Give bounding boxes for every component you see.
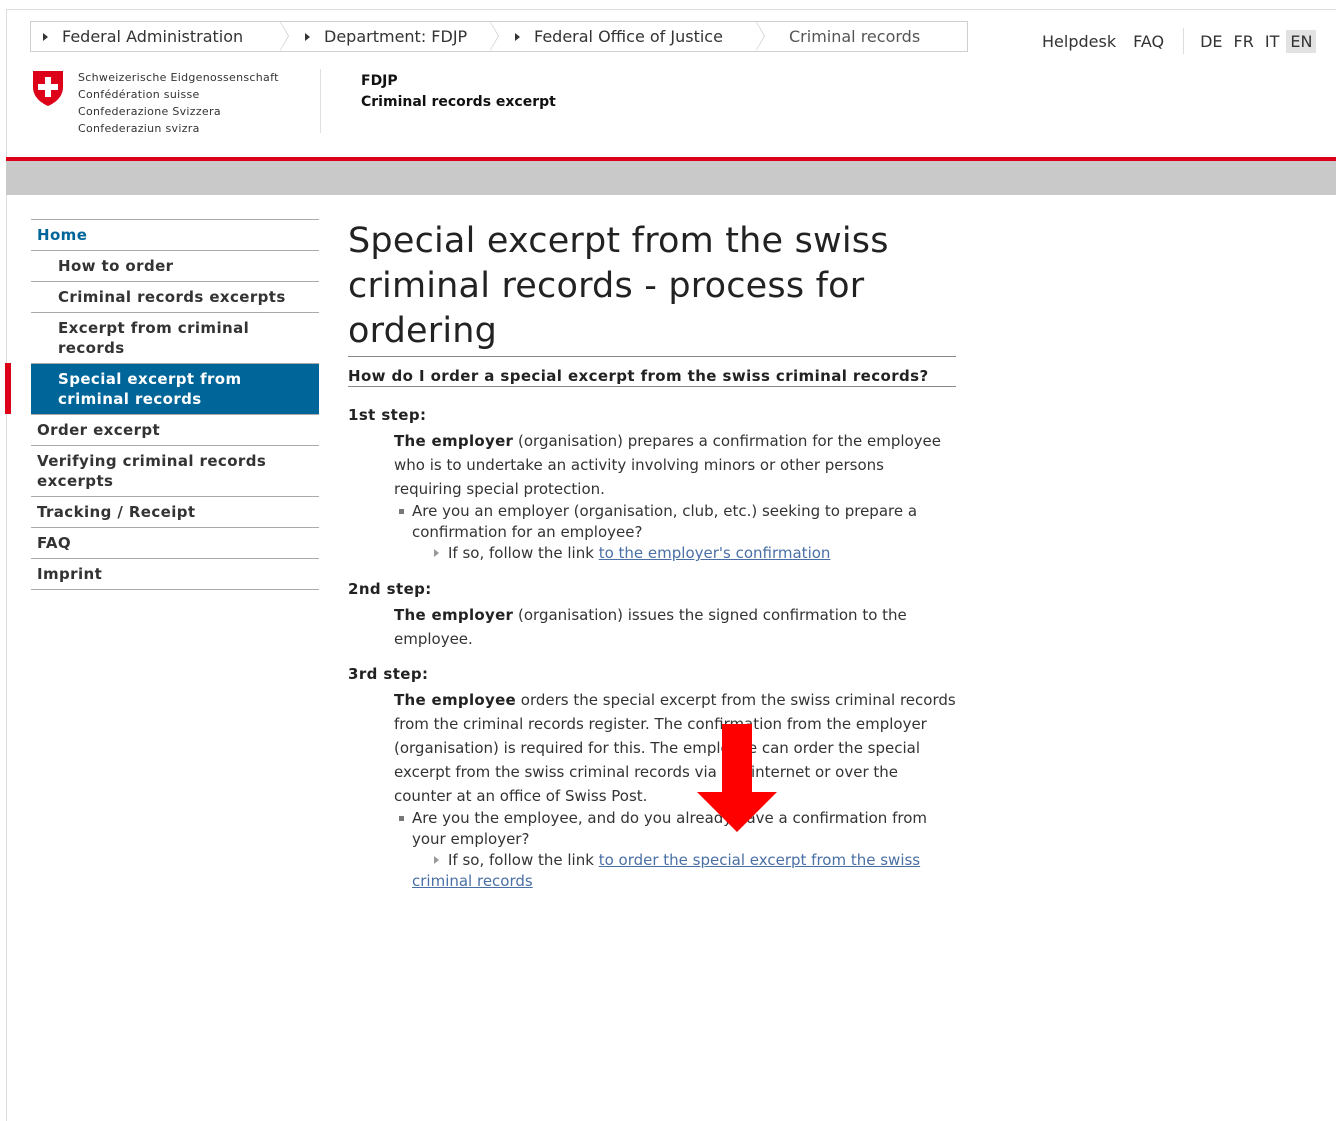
step-1-text: The employer (organisation) prepares a c… <box>394 432 942 498</box>
main-content: Special excerpt from the swiss criminal … <box>348 219 956 892</box>
triangle-right-icon <box>434 856 439 864</box>
main-nav-bar <box>6 161 1336 195</box>
sidebar-item-special-excerpt[interactable]: Special excerpt from criminal records <box>5 363 319 415</box>
triangle-right-icon <box>434 549 439 557</box>
breadcrumb-federal-office[interactable]: Federal Office of Justice <box>491 21 765 51</box>
step-2-text: The employer (organisation) issues the s… <box>394 606 907 648</box>
employer-confirmation-link[interactable]: to the employer's confirmation <box>599 544 831 562</box>
breadcrumb-criminal-records[interactable]: Criminal records <box>757 22 967 51</box>
step-3-follow: If so, follow the link to order the spec… <box>412 851 921 890</box>
sidebar-item-imprint[interactable]: Imprint <box>31 559 319 590</box>
sidebar-item-how-to-order[interactable]: How to order <box>31 251 319 282</box>
step-1-label: 1st step: <box>348 406 427 424</box>
step-3-text: The employee orders the special excerpt … <box>394 691 956 805</box>
step-3-label: 3rd step: <box>348 665 429 683</box>
lang-it[interactable]: IT <box>1261 30 1284 53</box>
lang-de[interactable]: DE <box>1196 30 1226 53</box>
swiss-shield-icon <box>33 71 63 106</box>
triangle-right-icon <box>515 32 520 41</box>
top-nav: Helpdesk FAQ DE FR IT EN <box>1042 28 1319 54</box>
sidebar-item-criminal-records-excerpts[interactable]: Criminal records excerpts <box>31 282 319 313</box>
sidebar-item-tracking[interactable]: Tracking / Receipt <box>31 497 319 528</box>
sidebar-item-faq[interactable]: FAQ <box>31 528 319 559</box>
step-1-follow: If so, follow the link to the employer's… <box>412 543 956 564</box>
triangle-right-icon <box>43 32 48 41</box>
header-divider <box>320 69 321 133</box>
sidebar-item-home[interactable]: Home <box>31 220 319 251</box>
step-2-label: 2nd step: <box>348 580 432 598</box>
sidebar-item-excerpt-from-criminal-records[interactable]: Excerpt from criminal records <box>31 313 319 364</box>
triangle-right-icon <box>305 32 310 41</box>
page-title: Special excerpt from the swiss criminal … <box>348 219 956 357</box>
lang-en[interactable]: EN <box>1286 29 1317 53</box>
faq-link[interactable]: FAQ <box>1133 32 1164 51</box>
department-header: FDJP Criminal records excerpt <box>361 73 556 110</box>
sidebar-item-order-excerpt[interactable]: Order excerpt <box>31 415 319 446</box>
lang-fr[interactable]: FR <box>1230 30 1258 53</box>
logo-text: Schweizerische Eidgenossenschaft Confédé… <box>78 71 279 135</box>
breadcrumb-department[interactable]: Department: FDJP <box>281 21 499 51</box>
sidebar-item-verifying[interactable]: Verifying criminal records excerpts <box>31 446 319 497</box>
section-heading: How do I order a special excerpt from th… <box>348 357 956 387</box>
red-arrow-down-icon <box>697 724 777 832</box>
step-1-bullet: Are you an employer (organisation, club,… <box>399 501 956 543</box>
sidebar-nav: Home How to order Criminal records excer… <box>5 219 319 590</box>
helpdesk-link[interactable]: Helpdesk <box>1042 32 1116 51</box>
breadcrumb-federal-administration[interactable]: Federal Administration <box>31 21 289 51</box>
step-3-bullet: Are you the employee, and do you already… <box>399 808 956 850</box>
divider <box>1183 28 1185 54</box>
breadcrumb: Federal Administration Department: FDJP … <box>30 21 968 52</box>
confederation-logo[interactable]: Schweizerische Eidgenossenschaft Confédé… <box>31 69 279 137</box>
